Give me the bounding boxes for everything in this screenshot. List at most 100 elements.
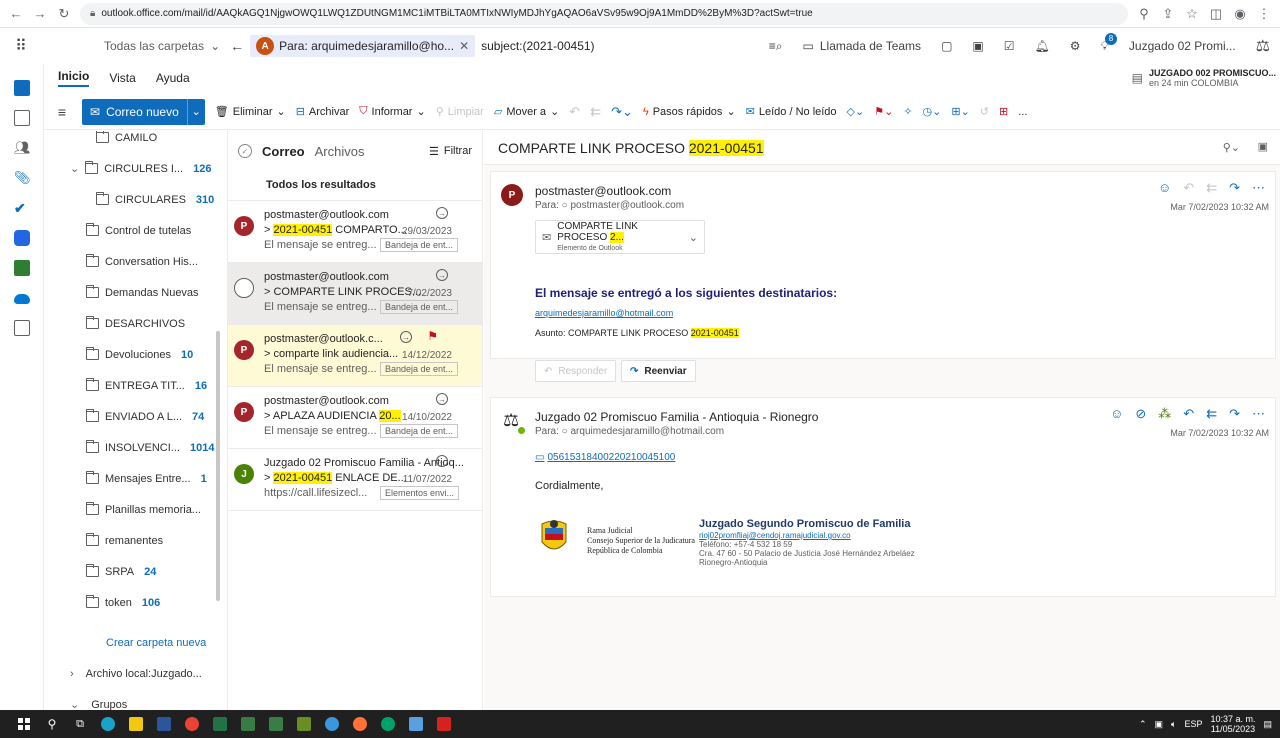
folder-item[interactable]: ENTREGA TIT... 16 [44,370,226,401]
more-apps-icon[interactable] [14,320,30,336]
undo-icon[interactable]: ↺ [980,105,989,118]
archive-button[interactable]: ⊟ Archivar [296,105,350,119]
tag-icon[interactable]: ◇⌄ [847,105,865,118]
folder-item[interactable]: Mensajes Entre... 1 [44,463,226,494]
reminder-notice[interactable]: ▤ JUZGADO 002 PROMISCUO... en 24 min COL… [1132,68,1276,88]
reply-all-icon[interactable]: ⇇ [1206,406,1217,422]
task-view-icon[interactable]: ⧉ [66,710,94,738]
folder-item[interactable]: remanentes [44,525,226,556]
onedrive-icon[interactable] [14,294,30,304]
tab-ayuda[interactable]: Ayuda [156,71,190,85]
reply-all-icon[interactable]: ⇇ [1206,180,1217,196]
reply-icon[interactable]: ↶ [1183,406,1194,422]
hamburger-icon[interactable]: ≡ [52,104,72,120]
flag-icon[interactable]: ⚑ [427,329,438,343]
teams-call-button[interactable]: ▭ Llamada de Teams [803,39,922,53]
word-icon[interactable] [150,710,178,738]
file-explorer-icon[interactable] [122,710,150,738]
firefox-icon[interactable] [346,710,374,738]
profile-icon[interactable]: ◉ [1232,6,1248,22]
search-scope[interactable]: Todas las carpetas ⌄ ← A Para: arquimede… [104,33,595,59]
chevron-up-icon[interactable]: ⌃ [1139,719,1147,730]
read-unread-button[interactable]: ✉ Leído / No leído [746,105,837,119]
emoji-icon[interactable]: ☺ [1110,406,1123,422]
reply-all-icon[interactable]: ⇇ [590,104,601,120]
apps-icon[interactable]: ⊞ [999,105,1008,118]
chevron-down-icon[interactable]: ⌄ [689,231,698,244]
folder-item[interactable]: DESARCHIVOS [44,308,226,339]
teams-icon[interactable]: ▣ [972,39,983,53]
rules-icon[interactable]: ⊞⌄ [951,105,969,118]
message-list-item[interactable]: postmaster@outlook.com > COMPARTE LINK PR… [228,263,482,325]
notifications-icon[interactable]: ▤ [1263,719,1272,730]
back-icon[interactable]: ← [8,6,24,21]
popout-icon[interactable]: ▣ [1258,140,1268,153]
split-view-icon[interactable]: ◫ [1208,6,1224,22]
bell-icon[interactable]: 🔔︎ [1035,39,1050,53]
clean-button[interactable]: ⚲ Limpiar [436,105,484,119]
chevron-down-icon[interactable]: ⌄ [70,162,79,175]
folder-item[interactable]: Planillas memoria... [44,494,226,525]
apps-icon[interactable]: ⁂ [1158,406,1171,422]
attach-icon[interactable]: 📎︎ [14,170,31,186]
app-icon[interactable] [234,710,262,738]
bookmark-star-icon[interactable]: ☆ [1184,6,1200,22]
sender-name[interactable]: Juzgado 02 Promiscuo Familia - Antioquia… [535,410,818,424]
back-arrow-icon[interactable]: ← [230,38,244,54]
recipient-link[interactable]: arquimedesjaramillo@hotmail.com [535,308,673,318]
tab-mail[interactable]: Correo [262,144,305,159]
folder-item[interactable]: Control de tutelas [44,215,226,246]
yammer-icon[interactable] [14,230,30,246]
quick-steps-button[interactable]: ϟ Pasos rápidos ⌄ [643,105,736,119]
move-button[interactable]: ▱ Mover a ⌄ [494,105,559,119]
folder-item[interactable]: ENVIADO A L... 74 [44,401,226,432]
clock[interactable]: 10:37 a. m. 11/05/2023 [1210,714,1255,734]
delete-button[interactable]: 🗑︎ Eliminar ⌄ [215,105,286,119]
forward-icon[interactable]: → [32,6,48,21]
select-all-icon[interactable]: ✓ [238,144,252,158]
local-archive-folder[interactable]: › Archivo local:Juzgado... [44,658,226,689]
acrobat-icon[interactable] [430,710,458,738]
people-icon[interactable]: 👥︎ [14,140,31,156]
groups-folder[interactable]: ⌄ Grupos [44,689,226,711]
recipient-filter-pill[interactable]: A Para: arquimedesjaramillo@ho... ✕ [250,35,476,57]
folder-item[interactable]: SRPA 24 [44,556,226,587]
search-icon[interactable]: ⚲ [38,710,66,738]
volume-icon[interactable]: 🔈︎ [1171,719,1176,730]
windows-start-icon[interactable] [10,710,38,738]
account-avatar[interactable]: ⚖ [1256,36,1270,56]
network-icon[interactable]: ▣ [1155,719,1164,730]
menu-dots-icon[interactable]: ⋮ [1256,6,1272,22]
folder-item[interactable]: ⌄ CIRCULRES I... 126 [44,153,226,184]
recipient-line[interactable]: Para: ○ arquimedesjaramillo@hotmail.com [535,426,724,437]
recipient-line[interactable]: Para: ○ postmaster@outlook.com [535,200,684,211]
forward-icon[interactable]: ↷ [1229,180,1240,196]
gear-icon[interactable]: ⚙ [1070,39,1081,53]
folder-item[interactable]: Devoluciones 10 [44,339,226,370]
emoji-icon[interactable]: ☺ [1158,180,1171,196]
tab-files[interactable]: Archivos [315,144,365,159]
folder-item[interactable]: token 106 [44,587,226,618]
reply-button[interactable]: ↶ Responder [535,360,617,382]
more-icon[interactable]: ⋯ [1252,406,1265,422]
app-icon[interactable] [374,710,402,738]
reply-icon[interactable]: ↶ [569,104,580,120]
zoom-icon[interactable]: ⚲ [1136,6,1152,22]
folder-item[interactable]: Conversation His... [44,246,226,277]
folder-scrollbar[interactable] [216,331,220,601]
todo-icon[interactable]: ☑ [1004,39,1015,53]
reply-icon[interactable]: ↶ [1183,180,1194,196]
chrome-icon[interactable] [178,710,206,738]
app-icon[interactable] [402,710,430,738]
share-icon[interactable]: ⇪ [1160,6,1176,22]
calendar-icon[interactable] [14,110,30,126]
folder-item[interactable]: Demandas Nuevas [44,277,226,308]
create-folder-link[interactable]: Crear carpeta nueva [44,627,226,658]
mail-icon[interactable] [14,80,30,96]
app-icon[interactable] [262,710,290,738]
message-list-item[interactable]: J Juzgado 02 Promiscuo Familia - Antioq..… [228,449,482,511]
todo-check-icon[interactable]: ✔ [14,200,30,216]
message-list-item[interactable]: Ppostmaster@outlook.c... > comparte link … [228,325,482,387]
app-icon[interactable] [318,710,346,738]
tips-icon[interactable]: 💡︎ 8 [1101,32,1117,54]
